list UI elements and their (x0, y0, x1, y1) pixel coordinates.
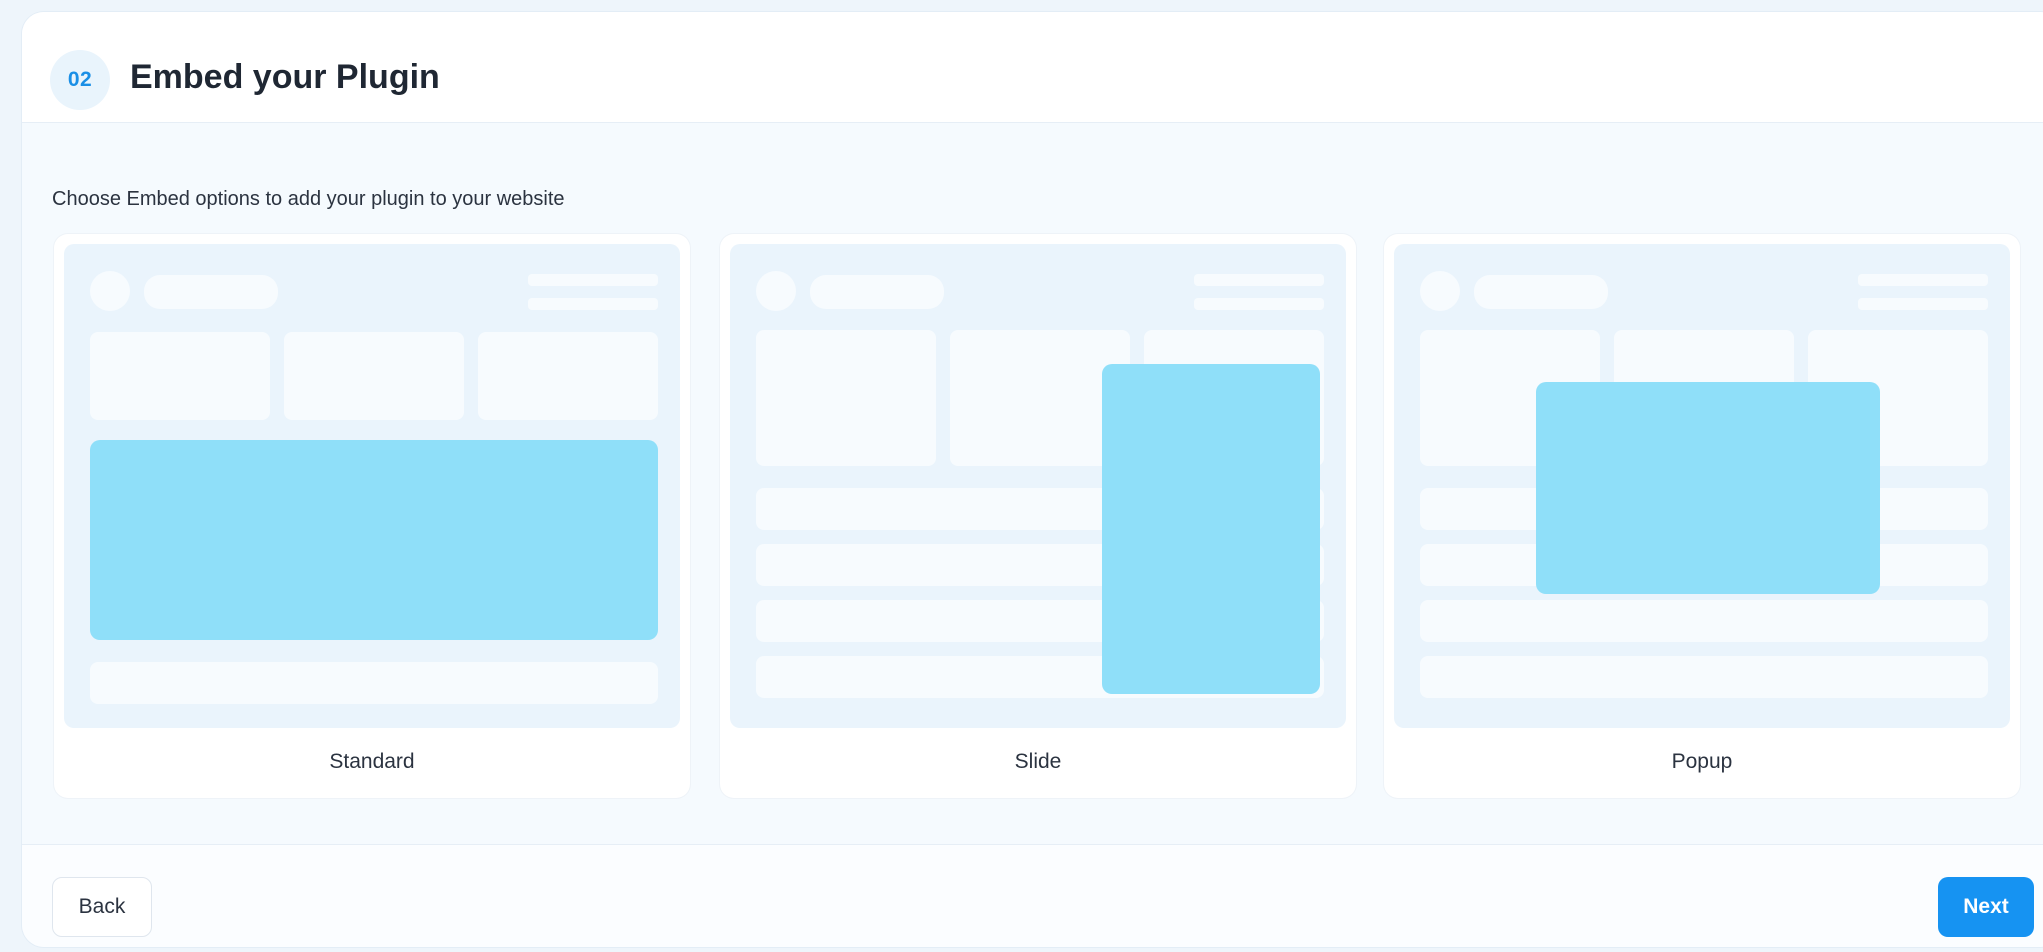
slide-embed-panel (1102, 364, 1320, 694)
panel-header: 02 Embed your Plugin (22, 12, 2043, 123)
popup-embed-dialog (1536, 382, 1880, 594)
preview-logo-placeholder (1420, 271, 1460, 311)
preview-row-placeholder (1420, 656, 1988, 698)
preview-title-placeholder (810, 275, 944, 309)
preview-row-placeholder (1420, 600, 1988, 642)
embed-options-description: Choose Embed options to add your plugin … (52, 188, 565, 210)
slide-preview-illustration (730, 244, 1346, 728)
page-title: Embed your Plugin (130, 58, 440, 96)
embed-option-standard[interactable]: Standard (54, 234, 690, 798)
preview-tile-placeholder (756, 330, 936, 466)
preview-nav-placeholder (1194, 274, 1324, 286)
preview-tile-placeholder (90, 332, 270, 420)
preview-logo-placeholder (756, 271, 796, 311)
preview-nav-placeholder (1858, 298, 1988, 310)
embed-option-label: Slide (1014, 750, 1062, 773)
preview-logo-placeholder (90, 271, 130, 311)
panel-footer: Back Next (22, 844, 2043, 947)
popup-preview-illustration (1394, 244, 2010, 728)
back-button[interactable]: Back (52, 877, 152, 937)
embed-option-label: Standard (329, 750, 415, 773)
preview-title-placeholder (144, 275, 278, 309)
next-button[interactable]: Next (1938, 877, 2034, 937)
preview-row-placeholder (90, 662, 658, 704)
embed-option-popup[interactable]: Popup (1384, 234, 2020, 798)
embed-option-label: Popup (1671, 750, 1733, 773)
preview-nav-placeholder (1194, 298, 1324, 310)
standard-preview-illustration (64, 244, 680, 728)
embed-plugin-panel: 02 Embed your Plugin Choose Embed option… (22, 12, 2043, 947)
preview-tile-placeholder (478, 332, 658, 420)
preview-title-placeholder (1474, 275, 1608, 309)
preview-nav-placeholder (1858, 274, 1988, 286)
standard-embed-block (90, 440, 658, 640)
embed-option-slide[interactable]: Slide (720, 234, 1356, 798)
step-number-badge: 02 (50, 50, 110, 110)
preview-nav-placeholder (528, 274, 658, 286)
preview-nav-placeholder (528, 298, 658, 310)
preview-tile-placeholder (284, 332, 464, 420)
